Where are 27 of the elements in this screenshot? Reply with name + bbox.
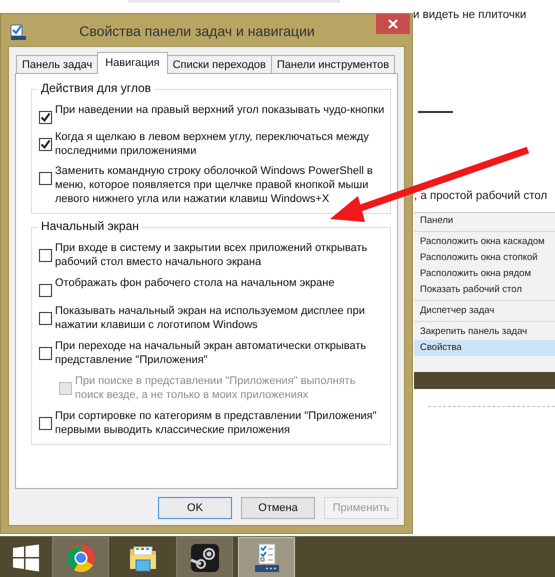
menu-item[interactable]: Расположить окна каскадом xyxy=(414,234,555,250)
group-title: Начальный экран xyxy=(38,219,142,233)
page-text: и видеть не плиточки xyxy=(413,9,526,21)
window-title: Свойства панели задач и навигации xyxy=(78,23,316,39)
checkbox-label: При переходе на начальный экран автоматически открывать представление "Приложения" xyxy=(55,339,368,367)
tab[interactable]: Навигация xyxy=(97,52,168,74)
menu-item[interactable]: Диспетчер задач xyxy=(414,303,555,319)
checkbox-label: Отображать фон рабочего стола на начальном экране xyxy=(55,276,336,290)
checkbox-label: Когда я щелкаю в левом верхнем углу, переключаться между последними приложениями xyxy=(55,130,370,158)
page-text: , а простой рабочий стол xyxy=(414,190,548,202)
checkbox-label: При сортировке по категориям в представлении "Приложения" первыми выводить классические приложения xyxy=(55,409,378,437)
menu-item[interactable]: Свойства xyxy=(414,340,555,356)
checkbox-label: При входе в систему и закрытии всех приложений открывать рабочий стол вместо начального экрана xyxy=(55,241,368,269)
checkbox-label: При наведении на правый верхний угол показывать чудо-кнопки xyxy=(55,103,385,117)
dialog-button[interactable]: Отмена xyxy=(241,497,315,519)
tab[interactable]: Панели инструментов xyxy=(270,55,396,74)
menu-item[interactable]: Расположить окна стопкой xyxy=(414,250,555,266)
menu-item[interactable]: Расположить окна рядом xyxy=(414,266,555,282)
menu-item[interactable]: Закрепить панель задач xyxy=(414,324,555,340)
group-title: Действия для углов xyxy=(38,81,154,95)
dialog-button[interactable]: OK xyxy=(158,497,232,519)
checkbox-label: Показывать начальный экран на используемом дисплее при нажатии клавиши с логотипом Windows xyxy=(55,304,366,332)
checkbox-label: Заменить командную строку оболочкой Windows PowerShell в меню, которое появляется при щелчке правой кнопкой мыши левого нижнего угла или нажатии клавиш Windows+X xyxy=(55,164,374,206)
checkbox-label: При поиске в представлении "Приложения" выполнять поиск везде, а не только в моих приложениях xyxy=(75,374,356,402)
tab[interactable]: Панель задач xyxy=(16,55,98,74)
menu-item[interactable]: Показать рабочий стол xyxy=(414,282,555,298)
menu-item[interactable]: Панели xyxy=(414,213,555,229)
